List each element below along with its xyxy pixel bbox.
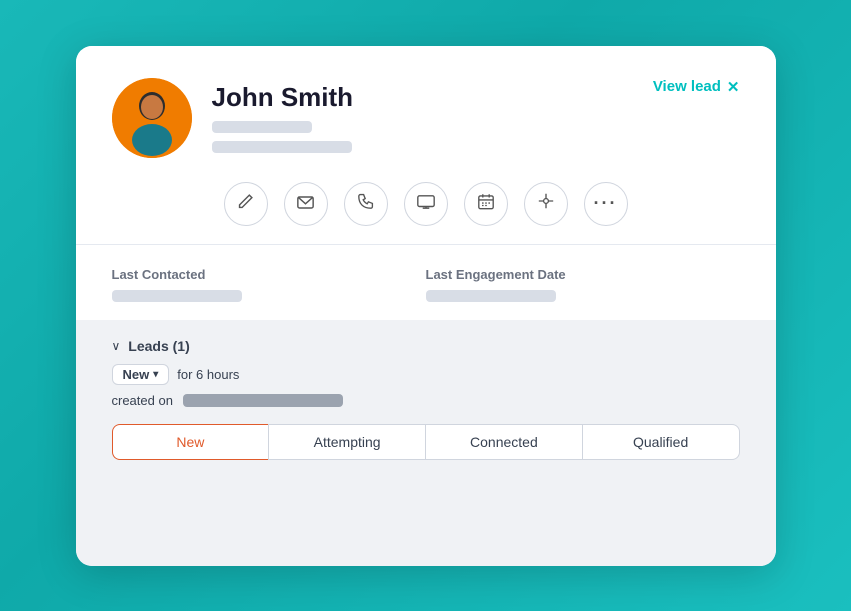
view-lead-label: View lead bbox=[653, 78, 721, 95]
contact-card: John Smith View lead ✕ bbox=[76, 46, 776, 566]
filter-icon-button[interactable] bbox=[524, 182, 568, 226]
calendar-icon-button[interactable] bbox=[464, 182, 508, 226]
screen-icon bbox=[417, 194, 435, 214]
leads-header: ∨ Leads (1) bbox=[112, 338, 740, 354]
card-top: John Smith View lead ✕ bbox=[76, 46, 776, 244]
phone-icon bbox=[358, 193, 374, 214]
leads-section: ∨ Leads (1) New ▾ for 6 hours created on… bbox=[76, 320, 776, 566]
status-dropdown-icon: ▾ bbox=[153, 369, 158, 380]
close-icon: ✕ bbox=[727, 78, 740, 96]
last-engagement-value bbox=[426, 290, 556, 302]
last-engagement-label: Last Engagement Date bbox=[426, 267, 740, 282]
last-contacted-label: Last Contacted bbox=[112, 267, 426, 282]
edit-icon bbox=[237, 193, 254, 215]
tab-new[interactable]: New bbox=[112, 424, 269, 460]
profile-name: John Smith bbox=[212, 82, 354, 113]
filter-icon bbox=[538, 193, 554, 214]
last-contacted-value bbox=[112, 290, 242, 302]
tab-qualified[interactable]: Qualified bbox=[582, 424, 740, 460]
subtitle-skeleton-2 bbox=[212, 141, 352, 153]
profile-info: John Smith bbox=[212, 82, 354, 153]
pipeline-tabs: New Attempting Connected Qualified bbox=[112, 424, 740, 460]
leads-meta: New ▾ for 6 hours bbox=[112, 364, 740, 385]
last-engagement-col: Last Engagement Date bbox=[426, 267, 740, 302]
email-icon-button[interactable] bbox=[284, 182, 328, 226]
email-icon bbox=[297, 194, 314, 214]
created-on-value bbox=[183, 394, 343, 407]
view-lead-button[interactable]: View lead ✕ bbox=[653, 78, 740, 96]
calendar-icon bbox=[478, 193, 494, 215]
subtitle-skeleton-1 bbox=[212, 121, 312, 133]
status-new-label: New bbox=[123, 367, 150, 382]
created-on-row: created on bbox=[112, 393, 740, 408]
status-badge-new[interactable]: New ▾ bbox=[112, 364, 170, 385]
more-icon-button[interactable]: ··· bbox=[584, 182, 628, 226]
phone-icon-button[interactable] bbox=[344, 182, 388, 226]
action-icons-row: ··· bbox=[112, 158, 740, 244]
chevron-down-icon: ∨ bbox=[112, 339, 121, 353]
created-on-label: created on bbox=[112, 393, 173, 408]
last-contacted-col: Last Contacted bbox=[112, 267, 426, 302]
edit-icon-button[interactable] bbox=[224, 182, 268, 226]
stats-row: Last Contacted Last Engagement Date bbox=[76, 245, 776, 320]
header-row: John Smith View lead ✕ bbox=[112, 78, 740, 158]
avatar bbox=[112, 78, 192, 158]
screen-icon-button[interactable] bbox=[404, 182, 448, 226]
tab-attempting[interactable]: Attempting bbox=[268, 424, 425, 460]
leads-title: Leads (1) bbox=[128, 338, 189, 354]
for-hours-text: for 6 hours bbox=[177, 367, 239, 382]
tab-connected[interactable]: Connected bbox=[425, 424, 582, 460]
profile-section: John Smith bbox=[112, 78, 354, 158]
more-icon: ··· bbox=[594, 193, 618, 214]
